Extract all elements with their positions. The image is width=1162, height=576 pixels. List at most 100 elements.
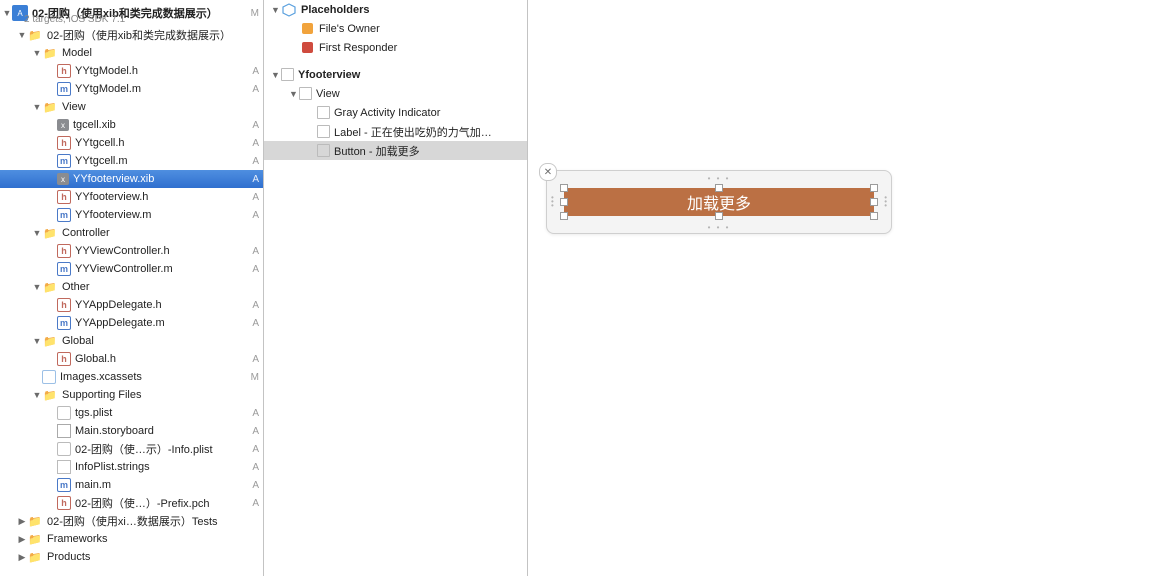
navigator-row[interactable]: mYYAppDelegate.mA bbox=[0, 314, 263, 332]
disclosure-triangle-icon[interactable]: ▼ bbox=[32, 390, 42, 400]
m-file-icon: m bbox=[57, 208, 71, 222]
disclosure-triangle-icon[interactable]: ▼ bbox=[270, 70, 281, 80]
navigator-row[interactable]: hYYViewController.hA bbox=[0, 242, 263, 260]
file-label: Frameworks bbox=[47, 533, 245, 545]
outline-label: Placeholders bbox=[299, 4, 369, 16]
outline-row[interactable]: Button - 加载更多 bbox=[264, 141, 527, 160]
file-label: Supporting Files bbox=[62, 389, 245, 401]
resize-grip-icon[interactable]: ••• bbox=[884, 196, 887, 208]
file-label: Images.xcassets bbox=[60, 371, 245, 383]
outline-row[interactable]: First Responder bbox=[264, 38, 527, 57]
selection-handle-icon[interactable] bbox=[560, 198, 568, 206]
selection-handle-icon[interactable] bbox=[715, 212, 723, 220]
navigator-row[interactable]: hGlobal.hA bbox=[0, 350, 263, 368]
disclosure-triangle-icon[interactable]: ▼ bbox=[2, 8, 12, 18]
outline-row[interactable]: ▼ Yfooterview bbox=[264, 65, 527, 84]
disclosure-triangle-icon[interactable]: ▼ bbox=[288, 89, 299, 99]
xib-root-view[interactable]: ✕ • • • • • • ••• ••• 加载更多 bbox=[546, 170, 892, 234]
selection-handle-icon[interactable] bbox=[715, 184, 723, 192]
resp-icon bbox=[299, 40, 315, 56]
selection-handle-icon[interactable] bbox=[870, 198, 878, 206]
view-icon bbox=[317, 106, 330, 119]
navigator-row[interactable]: ▶📁Frameworks bbox=[0, 530, 263, 548]
navigator-row[interactable]: ▼📁Supporting Files bbox=[0, 386, 263, 404]
outline-label: View bbox=[314, 88, 340, 100]
navigator-row[interactable]: 02-团购（使…示）-Info.plistA bbox=[0, 440, 263, 458]
navigator-row[interactable]: h02-团购（使…）-Prefix.pchA bbox=[0, 494, 263, 512]
h-file-icon: h bbox=[57, 352, 71, 366]
navigator-row[interactable]: mYYfooterview.mA bbox=[0, 206, 263, 224]
navigator-row[interactable]: ▼📁Controller bbox=[0, 224, 263, 242]
navigator-row[interactable]: xtgcell.xibA bbox=[0, 116, 263, 134]
disclosure-triangle-icon[interactable]: ▼ bbox=[32, 102, 42, 112]
ib-canvas[interactable]: ✕ • • • • • • ••• ••• 加载更多 bbox=[528, 0, 1162, 576]
navigator-row[interactable]: mYYtgcell.mA bbox=[0, 152, 263, 170]
disclosure-triangle-icon[interactable]: ▶ bbox=[17, 534, 27, 545]
scm-badge: A bbox=[245, 66, 263, 77]
file-label: tgs.plist bbox=[75, 407, 245, 419]
file-label: Model bbox=[62, 47, 245, 59]
selection-handle-icon[interactable] bbox=[560, 184, 568, 192]
scm-badge: A bbox=[245, 264, 263, 275]
close-icon[interactable]: ✕ bbox=[539, 163, 557, 181]
file-label: Global.h bbox=[75, 353, 245, 365]
file-label: YYfooterview.m bbox=[75, 209, 245, 221]
button-title: 加载更多 bbox=[687, 190, 751, 214]
navigator-row[interactable]: m YYViewController.mA bbox=[0, 260, 263, 278]
navigator-row[interactable]: Main.storyboardA bbox=[0, 422, 263, 440]
scm-badge: A bbox=[245, 426, 263, 437]
disclosure-triangle-icon[interactable]: ▼ bbox=[17, 30, 27, 40]
navigator-row[interactable]: tgs.plistA bbox=[0, 404, 263, 422]
outline-row[interactable]: Gray Activity Indicator bbox=[264, 103, 527, 122]
file-label: Global bbox=[62, 335, 245, 347]
selection-handle-icon[interactable] bbox=[870, 212, 878, 220]
outline-label: First Responder bbox=[317, 42, 397, 54]
navigator-row[interactable]: hYYtgModel.hA bbox=[0, 62, 263, 80]
outline-row[interactable]: Label - 正在使出吃奶的力气加… bbox=[264, 122, 527, 141]
navigator-row[interactable]: Images.xcassetsM bbox=[0, 368, 263, 386]
resize-grip-icon[interactable]: • • • bbox=[708, 174, 731, 183]
outline-label: Button - 加载更多 bbox=[332, 143, 420, 159]
navigator-row[interactable]: hYYtgcell.hA bbox=[0, 134, 263, 152]
resize-grip-icon[interactable]: • • • bbox=[708, 223, 731, 232]
m-file-icon: m bbox=[57, 262, 71, 276]
navigator-row[interactable]: xYYfooterview.xibA bbox=[0, 170, 263, 188]
disclosure-triangle-icon[interactable]: ▶ bbox=[17, 516, 27, 527]
navigator-row[interactable]: ▼📁Global bbox=[0, 332, 263, 350]
file-label: 02-团购（使用xib和类完成数据展示） bbox=[47, 27, 245, 43]
disclosure-triangle-icon[interactable]: ▼ bbox=[32, 228, 42, 238]
navigator-row[interactable]: ▼📁Model bbox=[0, 44, 263, 62]
outline-row[interactable]: ▼ Placeholders bbox=[264, 0, 527, 19]
project-subtitle: 2 targets, iOS SDK 7.1 bbox=[24, 14, 125, 25]
load-more-button[interactable]: 加载更多 bbox=[564, 188, 874, 216]
resize-grip-icon[interactable]: ••• bbox=[551, 196, 554, 208]
navigator-row[interactable]: ▼📁View bbox=[0, 98, 263, 116]
view-icon bbox=[281, 68, 294, 81]
project-root-row[interactable]: ▼ A 02-团购（使用xib和类完成数据展示） M 2 targets, iO… bbox=[0, 0, 263, 26]
file-label: YYViewController.m bbox=[75, 263, 245, 275]
navigator-row[interactable]: hYYfooterview.hA bbox=[0, 188, 263, 206]
h-file-icon: h bbox=[57, 496, 71, 510]
outline-label: Label - 正在使出吃奶的力气加… bbox=[332, 124, 492, 140]
disclosure-triangle-icon[interactable]: ▶ bbox=[17, 552, 27, 563]
file-label: YYtgcell.m bbox=[75, 155, 245, 167]
file-label: YYAppDelegate.h bbox=[75, 299, 245, 311]
selection-handle-icon[interactable] bbox=[870, 184, 878, 192]
outline-row[interactable]: File's Owner bbox=[264, 19, 527, 38]
disclosure-triangle-icon[interactable]: ▼ bbox=[32, 282, 42, 292]
selection-handle-icon[interactable] bbox=[560, 212, 568, 220]
navigator-row[interactable]: ▼📁02-团购（使用xib和类完成数据展示） bbox=[0, 26, 263, 44]
navigator-row[interactable]: mYYtgModel.mA bbox=[0, 80, 263, 98]
disclosure-triangle-icon[interactable]: ▼ bbox=[270, 5, 281, 15]
navigator-row[interactable]: mmain.mA bbox=[0, 476, 263, 494]
navigator-row[interactable]: ▶📁02-团购（使用xi…数据展示）Tests bbox=[0, 512, 263, 530]
outline-label: Yfooterview bbox=[296, 69, 360, 81]
navigator-row[interactable]: hYYAppDelegate.hA bbox=[0, 296, 263, 314]
navigator-row[interactable]: InfoPlist.stringsA bbox=[0, 458, 263, 476]
disclosure-triangle-icon[interactable]: ▼ bbox=[32, 336, 42, 346]
file-label: YYViewController.h bbox=[75, 245, 245, 257]
outline-row[interactable]: ▼ View bbox=[264, 84, 527, 103]
navigator-row[interactable]: ▶📁Products bbox=[0, 548, 263, 566]
disclosure-triangle-icon[interactable]: ▼ bbox=[32, 48, 42, 58]
navigator-row[interactable]: ▼📁Other bbox=[0, 278, 263, 296]
